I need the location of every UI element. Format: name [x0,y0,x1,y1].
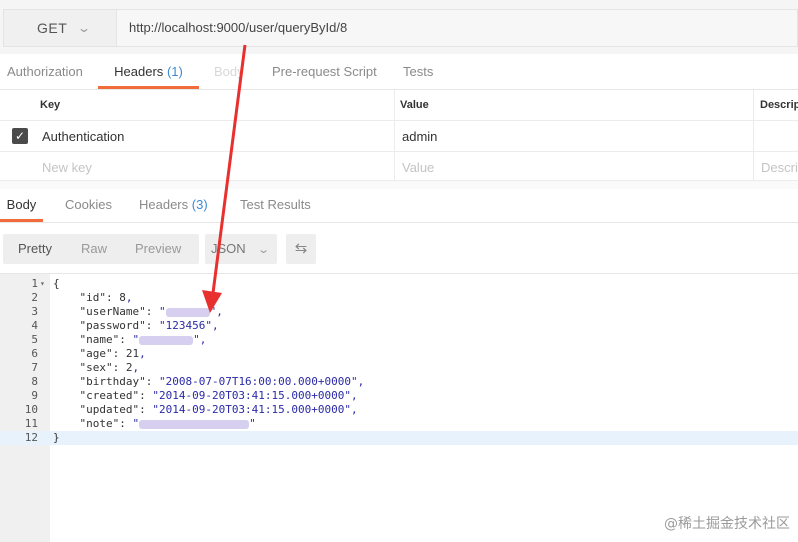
header-key-field[interactable]: Authentication [42,121,390,151]
header-value-field[interactable]: admin [402,121,750,151]
method-label: GET [37,20,68,36]
request-tabs: Authorization Headers (1) Body Pre-reque… [0,54,798,90]
line-number: 3 [31,305,38,318]
line-number: 5 [31,333,38,346]
chevron-down-icon: ⌄ [257,244,271,256]
tab-pre-request-script[interactable]: Pre-request Script [272,54,377,89]
request-bar: GET ⌄ http://localhost:9000/user/queryBy… [0,0,798,54]
tab-cookies[interactable]: Cookies [65,188,112,222]
column-header-description: Description [760,99,798,111]
url-input[interactable]: http://localhost:9000/user/queryById/8 [117,9,798,47]
tab-test-results[interactable]: Test Results [240,188,311,222]
tab-count: (3) [191,197,208,212]
wrap-lines-icon[interactable]: ⇆ [286,234,316,264]
code-text: } [53,431,60,444]
active-tab-indicator [0,219,43,222]
code-line: 5 "name": " ", [0,333,798,347]
code-line: 8 "birthday": "2008-07-07T16:00:00.000+0… [0,375,798,389]
line-number: 10 [24,403,38,416]
tab-label: Headers [139,197,189,212]
tab-label: Body [214,64,244,79]
fold-toggle-icon[interactable]: ▾ [40,277,45,291]
line-number: 4 [31,319,38,332]
code-text: "name": " ", [53,333,207,346]
new-value-field[interactable]: Value [402,152,750,182]
code-text: "sex": 2, [53,361,140,374]
column-header-value: Value [400,99,429,111]
line-number: 6 [31,347,38,360]
code-text: "id": 8, [53,291,133,304]
line-number: 12 [24,431,38,444]
watermark: @稀土掘金技术社区 [664,516,790,532]
tab-label: Authorization [7,64,83,79]
format-label: JSON [211,241,246,256]
code-line: 2 "id": 8, [0,291,798,305]
tab-headers[interactable]: Headers (1) [98,54,199,89]
tab-tests[interactable]: Tests [403,54,433,89]
tab-response-headers[interactable]: Headers (3) [139,188,208,222]
code-line: 4 "password": "123456", [0,319,798,333]
code-line: 11 "note": " " [0,417,798,431]
tab-label: Pre-request Script [272,64,377,79]
table-row-new: New key Value Description [0,152,798,183]
new-description-field[interactable]: Description [761,152,798,182]
line-number: 9 [31,389,38,402]
line-number: 7 [31,361,38,374]
method-select[interactable]: GET ⌄ [3,9,117,47]
header-description-field[interactable] [760,121,798,151]
response-toolbar: Pretty Raw Preview JSON ⌄ ⇆ [0,223,798,273]
active-tab-indicator [98,86,199,89]
column-header-key: Key [40,99,61,111]
line-number: 11 [24,417,38,430]
view-mode-segment: Pretty Raw Preview [3,234,199,264]
view-mode-preview[interactable]: Preview [135,234,181,264]
code-line: 9 "created": "2014-09-20T03:41:15.000+00… [0,389,798,403]
code-text: "created": "2014-09-20T03:41:15.000+0000… [53,389,358,402]
tab-label: Tests [403,64,434,79]
table-row: ✓ Authentication admin [0,121,798,152]
code-line: 3 "userName": " ", [0,305,798,319]
chevron-down-icon: ⌄ [77,21,92,35]
tab-label: Headers [114,64,164,79]
code-text: "updated": "2014-09-20T03:41:15.000+0000… [53,403,358,416]
tab-response-body[interactable]: Body [0,188,43,222]
code-text: "userName": " ", [53,305,223,318]
code-line: 12} [0,431,798,445]
redacted-value [165,307,210,317]
line-number: 1 [31,277,38,290]
code-line: 1 ▾ { [0,277,798,291]
tab-label: Cookies [65,197,112,212]
code-line: 6 "age": 21, [0,347,798,361]
redacted-value [139,335,194,345]
redacted-value [139,419,250,429]
code-text: { [53,277,60,290]
response-body-editor[interactable]: 1 ▾{2 "id": 8, 3 "userName": " ", 4 "passwor… [0,273,798,542]
line-number: 8 [31,375,38,388]
code-text: "note": " " [53,417,256,430]
code-text: "birthday": "2008-07-07T16:00:00.000+000… [53,375,365,388]
tab-label: Test Results [240,197,311,212]
code-line: 7 "sex": 2, [0,361,798,375]
view-mode-raw[interactable]: Raw [81,234,107,264]
code-text: "age": 21, [53,347,146,360]
row-enabled-checkbox[interactable]: ✓ [12,128,28,144]
tab-body[interactable]: Body [214,54,244,89]
tab-authorization[interactable]: Authorization [7,54,83,89]
tab-count: (1) [166,64,183,79]
code-line: 10 "updated": "2014-09-20T03:41:15.000+0… [0,403,798,417]
tab-label: Body [6,197,37,212]
table-header-row: Key Value Description [0,90,798,121]
view-mode-pretty[interactable]: Pretty [18,234,52,264]
format-select[interactable]: JSON ⌄ [205,234,277,264]
response-tabs: Body Cookies Headers (3) Test Results [0,188,798,223]
code-text: "password": "123456", [53,319,219,332]
new-key-field[interactable]: New key [42,152,390,182]
line-number: 2 [31,291,38,304]
